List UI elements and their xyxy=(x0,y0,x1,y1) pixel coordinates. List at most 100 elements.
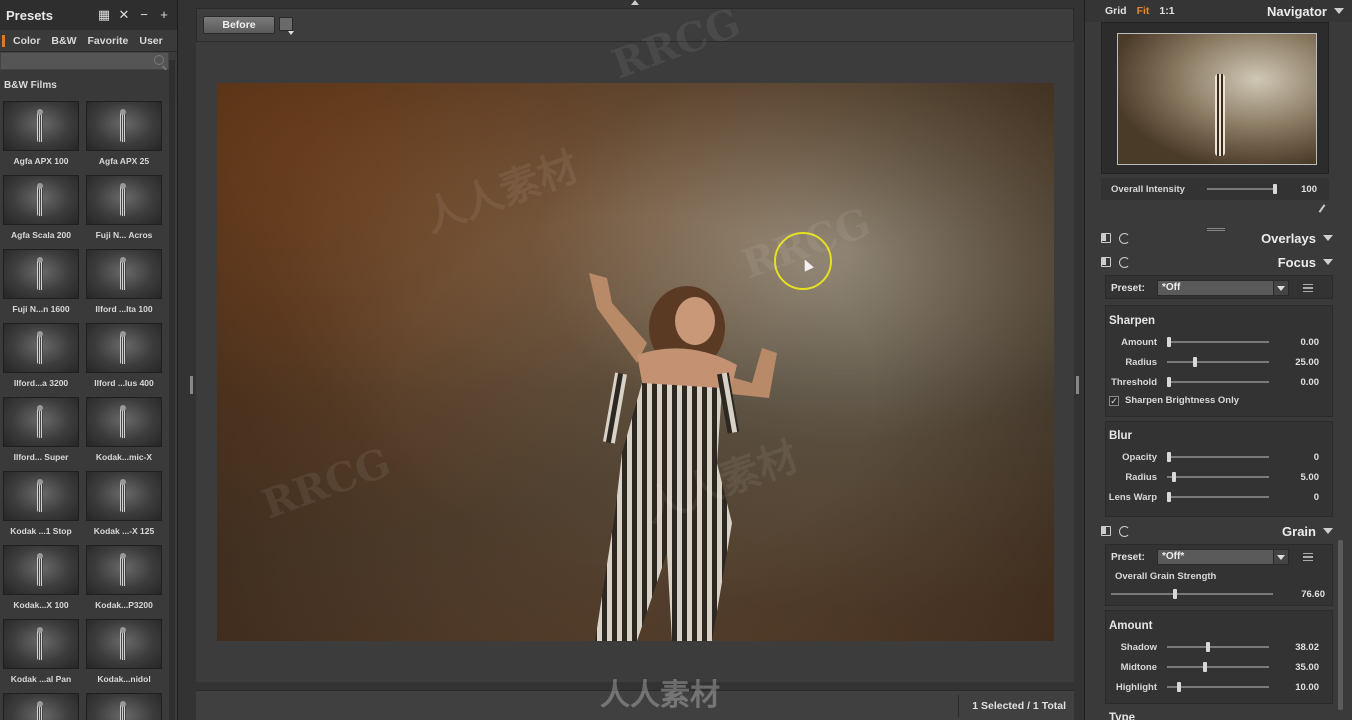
preset-thumb[interactable]: Kodak...nidol xyxy=(86,619,162,684)
slider-knob[interactable] xyxy=(1192,357,1197,367)
toggle-icon[interactable] xyxy=(1101,257,1111,267)
preset-thumb[interactable]: Ilford ...lta 100 xyxy=(86,249,162,314)
grain-shadow-slider[interactable] xyxy=(1167,642,1269,652)
preset-thumb[interactable]: Kodak...X 100 xyxy=(3,545,79,610)
toggle-icon[interactable] xyxy=(1101,526,1111,536)
slider-knob[interactable] xyxy=(1167,492,1171,502)
slider-knob[interactable] xyxy=(1167,337,1171,347)
preset-thumb[interactable]: Fuji N...n 1600 xyxy=(3,249,79,314)
slider-value: 0.00 xyxy=(1300,336,1320,348)
sharpen-amount-row: Amount 0.00 xyxy=(1105,334,1333,350)
slider-knob[interactable] xyxy=(1167,452,1171,462)
lens-warp-slider[interactable] xyxy=(1167,492,1269,502)
add-icon[interactable]: + xyxy=(157,8,171,22)
tab-favorite[interactable]: Favorite xyxy=(88,35,129,47)
slider-knob[interactable] xyxy=(1167,377,1171,387)
slider-value: 25.00 xyxy=(1295,356,1319,368)
slider-knob[interactable] xyxy=(1202,662,1207,672)
sharpen-threshold-slider[interactable] xyxy=(1167,377,1269,387)
search-icon[interactable] xyxy=(154,55,164,65)
grain-type-title: Type xyxy=(1109,712,1135,720)
preset-preview-image xyxy=(86,175,162,225)
grain-highlight-slider[interactable] xyxy=(1167,682,1269,692)
chevron-down-icon[interactable] xyxy=(1334,8,1344,14)
grain-midtone-slider[interactable] xyxy=(1167,662,1269,672)
slider-knob[interactable] xyxy=(1205,642,1210,652)
menu-icon[interactable] xyxy=(1303,553,1313,561)
right-panel-handle[interactable] xyxy=(1076,376,1079,394)
presets-search-input[interactable] xyxy=(0,52,169,70)
slider-knob[interactable] xyxy=(1172,472,1177,482)
grid-view-icon[interactable]: ▦ xyxy=(97,8,111,22)
preset-thumb[interactable]: Kodak...mic-X xyxy=(86,397,162,462)
sharpen-radius-slider[interactable] xyxy=(1167,357,1269,367)
nav-option-grid[interactable]: Grid xyxy=(1105,5,1127,17)
focus-header[interactable]: Focus xyxy=(1101,252,1333,272)
preset-thumb[interactable]: Kodak ...1 Stop xyxy=(3,471,79,536)
sharpen-brightness-option[interactable]: ✓ Sharpen Brightness Only xyxy=(1109,395,1239,406)
sharpen-amount-slider[interactable] xyxy=(1167,337,1269,347)
preset-label: Agfa APX 25 xyxy=(98,156,150,166)
adjustments-scrollbar[interactable] xyxy=(1338,540,1343,710)
preset-thumb[interactable]: Kodak...P3200 xyxy=(86,545,162,610)
compare-mode-dropdown[interactable] xyxy=(279,17,294,35)
tab-bw[interactable]: B&W xyxy=(51,35,76,47)
preset-preview-image xyxy=(3,175,79,225)
preset-thumb[interactable]: Kodak ...al Pan xyxy=(3,619,79,684)
grain-preset-select[interactable]: *Off* xyxy=(1157,549,1289,565)
left-panel-handle[interactable] xyxy=(190,376,193,394)
slider-knob[interactable] xyxy=(1177,682,1182,692)
slider-value: 0.00 xyxy=(1300,376,1320,388)
preset-label: Ilford...a 3200 xyxy=(13,378,69,388)
chevron-down-icon[interactable] xyxy=(1323,528,1333,534)
slider-knob[interactable] xyxy=(1273,184,1277,194)
preset-thumb[interactable]: Ilford ...lus 400 xyxy=(86,323,162,388)
focus-title[interactable]: Focus xyxy=(1278,255,1316,270)
blur-opacity-row: Opacity 0 xyxy=(1105,449,1333,465)
preset-thumb[interactable] xyxy=(86,693,162,720)
chevron-down-icon[interactable] xyxy=(1323,235,1333,241)
nav-option-fit[interactable]: Fit xyxy=(1137,5,1150,17)
preset-thumb[interactable]: Fuji N... Acros xyxy=(86,175,162,240)
reset-icon[interactable] xyxy=(1119,232,1130,244)
nav-option-1to1[interactable]: 1:1 xyxy=(1159,5,1174,17)
slider-label: Opacity xyxy=(1122,451,1157,463)
focus-preset-select[interactable]: *Off xyxy=(1157,280,1289,296)
preset-preview-image xyxy=(3,619,79,669)
intensity-slider[interactable] xyxy=(1207,184,1277,194)
reset-icon[interactable] xyxy=(1119,256,1130,268)
tab-color[interactable]: Color xyxy=(13,35,40,47)
grain-strength-slider[interactable] xyxy=(1111,589,1273,599)
toggle-icon[interactable] xyxy=(1101,233,1111,243)
blur-radius-slider[interactable] xyxy=(1167,472,1269,482)
navigator-title[interactable]: Navigator xyxy=(1267,4,1327,19)
preset-thumb[interactable] xyxy=(3,693,79,720)
preset-thumb[interactable]: Ilford... Super xyxy=(3,397,79,462)
blur-opacity-slider[interactable] xyxy=(1167,452,1269,462)
presets-scrollbar[interactable] xyxy=(169,60,175,720)
preset-thumb[interactable]: Agfa Scala 200 xyxy=(3,175,79,240)
overlays-title[interactable]: Overlays xyxy=(1261,231,1316,246)
preset-thumb[interactable]: Agfa APX 100 xyxy=(3,101,79,166)
navigator-thumbnail[interactable] xyxy=(1117,33,1317,165)
overlays-header[interactable]: Overlays xyxy=(1101,228,1333,248)
menu-icon[interactable] xyxy=(1303,284,1313,292)
photo-preview[interactable] xyxy=(217,83,1054,641)
remove-icon[interactable]: − xyxy=(137,8,151,22)
presets-title: Presets xyxy=(6,7,53,23)
sharpen-brightness-checkbox[interactable]: ✓ xyxy=(1109,395,1119,406)
tab-user[interactable]: User xyxy=(139,35,162,47)
reset-icon[interactable] xyxy=(1119,525,1130,537)
slider-knob[interactable] xyxy=(1172,589,1177,599)
grain-title[interactable]: Grain xyxy=(1282,524,1316,539)
preset-preview-image xyxy=(3,323,79,373)
collapse-top-arrow-icon[interactable] xyxy=(631,0,639,5)
collapse-icon[interactable]: ✕ xyxy=(117,8,131,22)
before-button[interactable]: Before xyxy=(203,16,275,34)
preset-thumb[interactable]: Kodak ...-X 125 xyxy=(86,471,162,536)
chevron-down-icon[interactable] xyxy=(1323,259,1333,265)
brush-icon[interactable] xyxy=(1317,204,1327,216)
preset-thumb[interactable]: Agfa APX 25 xyxy=(86,101,162,166)
grain-header[interactable]: Grain xyxy=(1101,521,1333,541)
preset-thumb[interactable]: Ilford...a 3200 xyxy=(3,323,79,388)
